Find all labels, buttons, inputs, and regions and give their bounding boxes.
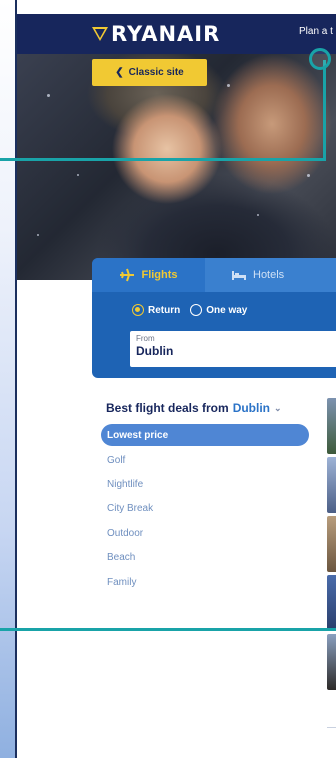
bed-icon bbox=[232, 270, 246, 280]
classic-site-button[interactable]: ❮ Classic site bbox=[92, 59, 207, 86]
annotation-marker bbox=[309, 48, 331, 70]
filter-outdoor[interactable]: Outdoor bbox=[101, 521, 309, 545]
filter-city-break[interactable]: City Break bbox=[101, 497, 309, 521]
deals-city-dropdown[interactable]: Dublin bbox=[233, 401, 270, 415]
brand-name: RYANAIR bbox=[111, 22, 221, 46]
filter-golf[interactable]: Golf bbox=[101, 448, 309, 472]
divider bbox=[327, 727, 336, 728]
from-field-label: From bbox=[136, 334, 155, 343]
filter-lowest-price[interactable]: Lowest price bbox=[101, 424, 309, 446]
deal-filter-list: Lowest price Golf Nightlife City Break O… bbox=[101, 424, 309, 594]
classic-site-label: Classic site bbox=[128, 67, 184, 78]
tab-hotels-label: Hotels bbox=[253, 269, 285, 281]
destination-thumbnail[interactable] bbox=[327, 457, 336, 513]
flight-search-widget: Flights Hotels Return One way From Dubli… bbox=[92, 258, 336, 378]
trip-type-selector: Return One way bbox=[132, 304, 247, 316]
page-background-strip bbox=[0, 0, 15, 758]
snowflake bbox=[307, 174, 310, 177]
ryanair-logo[interactable]: RYANAIR bbox=[91, 22, 220, 46]
from-airport-field[interactable]: From Dublin bbox=[130, 331, 336, 367]
filter-nightlife[interactable]: Nightlife bbox=[101, 472, 309, 496]
snowflake bbox=[77, 174, 79, 176]
destination-thumbnail[interactable] bbox=[327, 634, 336, 690]
destination-thumbnails bbox=[327, 398, 336, 693]
deals-heading-prefix: Best flight deals from bbox=[106, 401, 229, 415]
tab-flights[interactable]: Flights bbox=[92, 258, 205, 292]
return-label: Return bbox=[148, 304, 181, 316]
radio-selected-icon bbox=[132, 304, 144, 316]
annotation-line bbox=[323, 60, 326, 160]
return-radio[interactable]: Return bbox=[132, 304, 180, 316]
tab-flights-label: Flights bbox=[141, 269, 178, 281]
snowflake bbox=[37, 234, 39, 236]
destination-thumbnail[interactable] bbox=[327, 398, 336, 454]
plane-icon bbox=[120, 268, 135, 282]
tab-hotels[interactable]: Hotels bbox=[205, 258, 336, 292]
destination-thumbnail[interactable] bbox=[327, 575, 336, 631]
snowflake bbox=[227, 84, 230, 87]
one-way-radio[interactable]: One way bbox=[190, 304, 247, 316]
ryanair-site-frame: RYANAIR Plan a t ❮ Classic site Flights bbox=[15, 0, 336, 758]
one-way-label: One way bbox=[206, 304, 248, 316]
destination-thumbnail[interactable] bbox=[327, 516, 336, 572]
annotation-line bbox=[0, 628, 336, 631]
snowflake bbox=[257, 214, 259, 216]
annotation-line bbox=[0, 158, 326, 161]
radio-unselected-icon bbox=[190, 304, 203, 316]
plan-a-trip-link[interactable]: Plan a t bbox=[299, 26, 333, 37]
snowflake bbox=[47, 94, 50, 97]
chevron-down-icon[interactable]: ⌄ bbox=[274, 403, 282, 414]
hero-image bbox=[17, 54, 336, 280]
top-header: RYANAIR Plan a t bbox=[17, 14, 336, 54]
filter-beach[interactable]: Beach bbox=[101, 546, 309, 570]
filter-family[interactable]: Family bbox=[101, 570, 309, 594]
chevron-left-icon: ❮ bbox=[115, 67, 124, 78]
from-field-value: Dublin bbox=[136, 344, 174, 358]
harp-logo-icon bbox=[92, 27, 108, 41]
deals-heading: Best flight deals from Dublin ⌄ bbox=[106, 401, 282, 415]
